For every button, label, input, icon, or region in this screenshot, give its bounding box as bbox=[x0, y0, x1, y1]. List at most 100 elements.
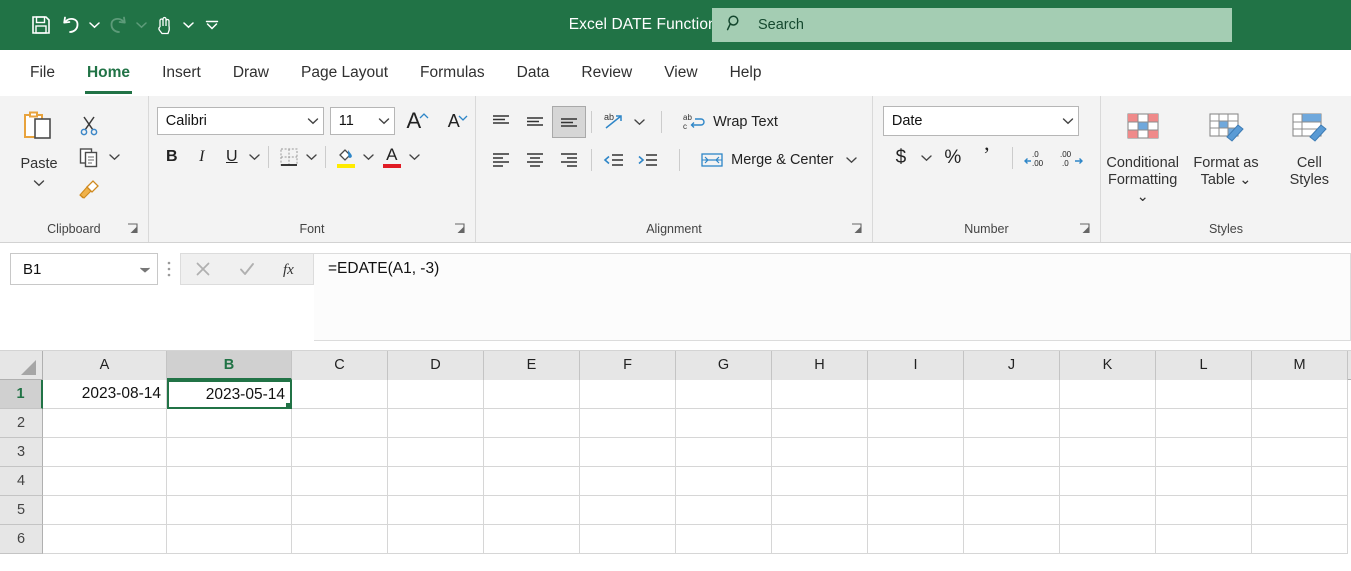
cell-k3[interactable] bbox=[1060, 438, 1156, 467]
cell-b6[interactable] bbox=[167, 525, 292, 554]
cell-j3[interactable] bbox=[964, 438, 1060, 467]
fill-color-chevron-down-icon[interactable] bbox=[361, 142, 377, 172]
tab-file[interactable]: File bbox=[14, 52, 71, 96]
column-header-k[interactable]: K bbox=[1060, 351, 1156, 380]
cell-d5[interactable] bbox=[388, 496, 484, 525]
select-all-button[interactable] bbox=[0, 351, 43, 380]
name-box-chevron-down-icon[interactable] bbox=[139, 261, 151, 278]
cell-g2[interactable] bbox=[676, 409, 772, 438]
format-as-table-chevron-down-icon[interactable]: ⌄ bbox=[1239, 172, 1251, 188]
align-center-button[interactable] bbox=[518, 144, 552, 176]
comma-style-button[interactable]: ’ bbox=[971, 143, 1007, 173]
cell-a4[interactable] bbox=[43, 467, 167, 496]
cell-i6[interactable] bbox=[868, 525, 964, 554]
cell-g6[interactable] bbox=[676, 525, 772, 554]
cell-f4[interactable] bbox=[580, 467, 676, 496]
cell-g4[interactable] bbox=[676, 467, 772, 496]
paste-chevron-down-icon[interactable] bbox=[33, 174, 45, 192]
cell-f5[interactable] bbox=[580, 496, 676, 525]
cell-j1[interactable] bbox=[964, 380, 1060, 409]
font-name-combobox[interactable]: Calibri bbox=[156, 107, 324, 135]
row-header-6[interactable]: 6 bbox=[0, 525, 43, 554]
align-left-button[interactable] bbox=[484, 144, 518, 176]
accounting-chevron-down-icon[interactable] bbox=[919, 143, 935, 173]
increase-indent-button[interactable] bbox=[631, 144, 665, 176]
cell-h5[interactable] bbox=[772, 496, 868, 525]
copy-chevron-down-icon[interactable] bbox=[106, 142, 122, 172]
column-header-h[interactable]: H bbox=[772, 351, 868, 380]
cell-k2[interactable] bbox=[1060, 409, 1156, 438]
increase-decimal-button[interactable]: .0.00 bbox=[1018, 143, 1054, 173]
cell-styles-button[interactable]: Cell Styles bbox=[1268, 106, 1351, 189]
cell-h1[interactable] bbox=[772, 380, 868, 409]
undo-icon[interactable] bbox=[56, 9, 86, 41]
column-header-l[interactable]: L bbox=[1156, 351, 1252, 380]
copy-icon[interactable] bbox=[72, 142, 106, 172]
orientation-button[interactable]: ab bbox=[597, 106, 631, 138]
cell-h3[interactable] bbox=[772, 438, 868, 467]
cell-d4[interactable] bbox=[388, 467, 484, 496]
cell-m2[interactable] bbox=[1252, 409, 1348, 438]
cell-i2[interactable] bbox=[868, 409, 964, 438]
cell-c6[interactable] bbox=[292, 525, 388, 554]
cell-d1[interactable] bbox=[388, 380, 484, 409]
decrease-decimal-button[interactable]: .00.0 bbox=[1054, 143, 1090, 173]
italic-button[interactable]: I bbox=[187, 142, 217, 172]
touch-mouse-mode-icon[interactable] bbox=[150, 9, 180, 41]
cell-h4[interactable] bbox=[772, 467, 868, 496]
conditional-formatting-button[interactable]: Conditional Formatting ⌄ bbox=[1101, 106, 1184, 206]
format-as-table-button[interactable]: Format as Table ⌄ bbox=[1184, 106, 1267, 189]
cell-h2[interactable] bbox=[772, 409, 868, 438]
column-header-e[interactable]: E bbox=[484, 351, 580, 380]
cell-b4[interactable] bbox=[167, 467, 292, 496]
tab-insert[interactable]: Insert bbox=[146, 52, 217, 96]
cell-j6[interactable] bbox=[964, 525, 1060, 554]
row-header-2[interactable]: 2 bbox=[0, 409, 43, 438]
align-top-button[interactable] bbox=[484, 106, 518, 138]
font-color-chevron-down-icon[interactable] bbox=[407, 142, 423, 172]
column-header-a[interactable]: A bbox=[43, 351, 167, 380]
cell-j4[interactable] bbox=[964, 467, 1060, 496]
font-color-button[interactable]: A bbox=[377, 142, 407, 172]
alignment-dialog-launcher-icon[interactable] bbox=[850, 222, 864, 236]
cell-i3[interactable] bbox=[868, 438, 964, 467]
cell-m6[interactable] bbox=[1252, 525, 1348, 554]
cell-j2[interactable] bbox=[964, 409, 1060, 438]
increase-font-size-button[interactable]: A bbox=[401, 106, 435, 136]
underline-button[interactable]: U bbox=[217, 142, 247, 172]
cell-i4[interactable] bbox=[868, 467, 964, 496]
bold-button[interactable]: B bbox=[157, 142, 187, 172]
cell-l1[interactable] bbox=[1156, 380, 1252, 409]
underline-chevron-down-icon[interactable] bbox=[247, 142, 263, 172]
tab-review[interactable]: Review bbox=[565, 52, 648, 96]
tab-home[interactable]: Home bbox=[71, 52, 146, 96]
cell-e3[interactable] bbox=[484, 438, 580, 467]
format-painter-icon[interactable] bbox=[72, 174, 106, 204]
accounting-format-button[interactable]: $ bbox=[883, 143, 919, 173]
cell-m4[interactable] bbox=[1252, 467, 1348, 496]
tab-draw[interactable]: Draw bbox=[217, 52, 285, 96]
column-header-j[interactable]: J bbox=[964, 351, 1060, 380]
cell-e5[interactable] bbox=[484, 496, 580, 525]
column-header-g[interactable]: G bbox=[676, 351, 772, 380]
cell-k4[interactable] bbox=[1060, 467, 1156, 496]
merge-center-chevron-down-icon[interactable] bbox=[846, 152, 858, 168]
number-dialog-launcher-icon[interactable] bbox=[1078, 222, 1092, 236]
name-box[interactable]: B1 bbox=[10, 253, 158, 285]
orientation-chevron-down-icon[interactable] bbox=[631, 107, 647, 137]
cell-e2[interactable] bbox=[484, 409, 580, 438]
tab-view[interactable]: View bbox=[648, 52, 713, 96]
borders-button[interactable] bbox=[274, 142, 304, 172]
cell-k1[interactable] bbox=[1060, 380, 1156, 409]
cell-l2[interactable] bbox=[1156, 409, 1252, 438]
clipboard-dialog-launcher-icon[interactable] bbox=[126, 222, 140, 236]
cell-c2[interactable] bbox=[292, 409, 388, 438]
cell-d2[interactable] bbox=[388, 409, 484, 438]
tab-data[interactable]: Data bbox=[501, 52, 566, 96]
font-size-chevron-down-icon[interactable] bbox=[378, 113, 390, 129]
font-size-combobox[interactable]: 11 bbox=[329, 107, 395, 135]
conditional-formatting-chevron-down-icon[interactable]: ⌄ bbox=[1137, 189, 1149, 205]
cell-l4[interactable] bbox=[1156, 467, 1252, 496]
font-name-chevron-down-icon[interactable] bbox=[307, 113, 319, 129]
cell-c3[interactable] bbox=[292, 438, 388, 467]
